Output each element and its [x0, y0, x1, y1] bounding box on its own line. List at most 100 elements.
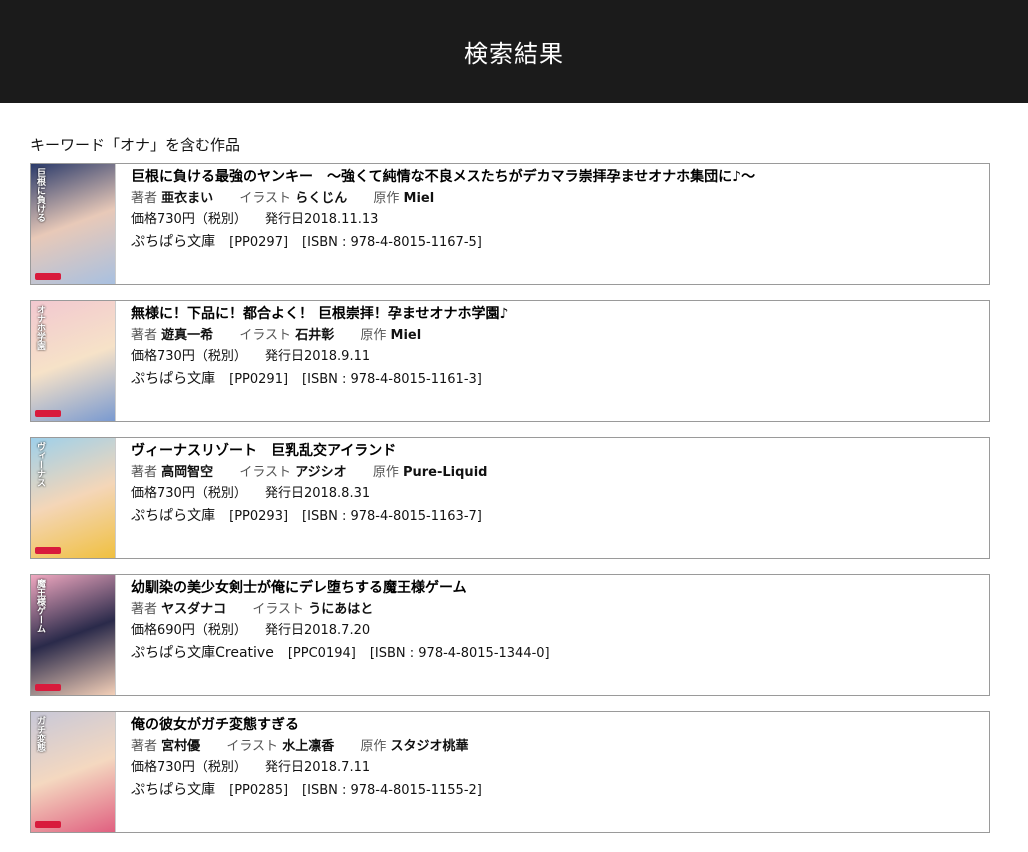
original-name: Miel	[390, 328, 422, 343]
original-name: Pure-Liquid	[402, 465, 488, 480]
original-label: 原作	[372, 465, 399, 480]
credits: 著者 宮村優 イラスト 水上凛香 原作 スタジオ桃華	[131, 736, 491, 757]
price: 価格690円（税別）	[131, 623, 247, 638]
cover-label: オナホ学園	[35, 305, 45, 350]
original-label: 原作	[360, 328, 387, 343]
price: 価格730円（税別）	[131, 760, 247, 775]
illustrator-label: イラスト	[239, 465, 292, 480]
credits: 著者 亜衣まい イラスト らくじん 原作 Miel	[131, 188, 755, 209]
book-title-link[interactable]: 俺の彼女がガチ変態すぎる	[131, 715, 491, 736]
author-name: 高岡智空	[161, 465, 214, 480]
release-date: 発行日2018.8.31	[264, 486, 371, 501]
price-row: 価格730円（税別） 発行日2018.11.13	[131, 209, 755, 230]
book-title-link[interactable]: ヴィーナスリゾート 巨乳乱交アイランド	[131, 441, 509, 462]
author-name: 遊真一希	[161, 328, 214, 343]
book-info: 巨根に負ける最強のヤンキー ～強くて純情な不良メスたちがデカマラ崇拝孕ませオナホ…	[116, 164, 755, 284]
price-row: 価格730円（税別） 発行日2018.8.31	[131, 483, 509, 504]
price: 価格730円（税別）	[131, 212, 247, 227]
keyword-heading: キーワード「オナ」を含む作品	[30, 136, 241, 154]
result-card[interactable]: ヴィーナス ヴィーナスリゾート 巨乳乱交アイランド 著者 高岡智空 イラスト ア…	[30, 437, 990, 559]
isbn: [ISBN : 978-4-8015-1344-0]	[369, 646, 550, 661]
cover-label: 巨根に負ける	[35, 168, 45, 222]
product-code: [PPC0194]	[287, 646, 356, 661]
result-card[interactable]: 巨根に負ける 巨根に負ける最強のヤンキー ～強くて純情な不良メスたちがデカマラ崇…	[30, 163, 990, 285]
product-code: [PP0293]	[229, 509, 289, 524]
publisher-row: ぷちぱら文庫 [PP0291] [ISBN : 978-4-8015-1161-3]	[131, 369, 508, 390]
illustrator-name: らくじん	[295, 191, 348, 206]
credits: 著者 高岡智空 イラスト アジシオ 原作 Pure-Liquid	[131, 462, 509, 483]
book-title-link[interactable]: 無様に！下品に！都合よく！ 巨根崇拝！孕ませオナホ学園♪	[131, 304, 508, 325]
release-date: 発行日2018.7.11	[264, 760, 371, 775]
credits: 著者 遊真一希 イラスト 石井彰 原作 Miel	[131, 325, 508, 346]
result-card[interactable]: 魔王様ゲーム 幼馴染の美少女剣士が俺にデレ堕ちする魔王様ゲーム 著者 ヤスダナコ…	[30, 574, 990, 696]
book-title-link[interactable]: 巨根に負ける最強のヤンキー ～強くて純情な不良メスたちがデカマラ崇拝孕ませオナホ…	[131, 167, 755, 188]
book-cover-image[interactable]: 魔王様ゲーム	[31, 575, 116, 695]
illustrator-name: 水上凛香	[282, 739, 335, 754]
product-code: [PP0291]	[229, 372, 289, 387]
price-row: 価格690円（税別） 発行日2018.7.20	[131, 620, 550, 641]
credits: 著者 ヤスダナコ イラスト うにあはと	[131, 599, 550, 620]
original-name: スタジオ桃華	[390, 739, 469, 754]
publisher-label: ぷちぱら文庫	[131, 508, 216, 524]
publisher-logo-icon	[35, 547, 61, 554]
price-row: 価格730円（税別） 発行日2018.9.11	[131, 346, 508, 367]
release-date: 発行日2018.7.20	[264, 623, 371, 638]
book-info: ヴィーナスリゾート 巨乳乱交アイランド 著者 高岡智空 イラスト アジシオ 原作…	[116, 438, 509, 558]
publisher-logo-icon	[35, 684, 61, 691]
illustrator-label: イラスト	[239, 191, 292, 206]
price: 価格730円（税別）	[131, 486, 247, 501]
release-date: 発行日2018.11.13	[264, 212, 379, 227]
isbn: [ISBN : 978-4-8015-1155-2]	[302, 783, 482, 798]
cover-label: ガチ変態	[35, 716, 45, 752]
product-code: [PP0285]	[229, 783, 289, 798]
publisher-row: ぷちぱら文庫 [PP0293] [ISBN : 978-4-8015-1163-7]	[131, 506, 509, 527]
publisher-logo-icon	[35, 821, 61, 828]
result-card[interactable]: オナホ学園 無様に！下品に！都合よく！ 巨根崇拝！孕ませオナホ学園♪ 著者 遊真…	[30, 300, 990, 422]
publisher-logo-icon	[35, 273, 61, 280]
author-label: 著者	[131, 602, 158, 617]
result-card[interactable]: ガチ変態 俺の彼女がガチ変態すぎる 著者 宮村優 イラスト 水上凛香 原作 スタ…	[30, 711, 990, 833]
isbn: [ISBN : 978-4-8015-1163-7]	[302, 509, 482, 524]
author-label: 著者	[131, 739, 158, 754]
author-label: 著者	[131, 191, 158, 206]
book-cover-image[interactable]: 巨根に負ける	[31, 164, 116, 284]
author-name: 宮村優	[161, 739, 201, 754]
book-info: 幼馴染の美少女剣士が俺にデレ堕ちする魔王様ゲーム 著者 ヤスダナコ イラスト う…	[116, 575, 550, 695]
cover-label: 魔王様ゲーム	[35, 579, 45, 633]
original-label: 原作	[360, 739, 387, 754]
results-list: 巨根に負ける 巨根に負ける最強のヤンキー ～強くて純情な不良メスたちがデカマラ崇…	[30, 163, 990, 833]
price-row: 価格730円（税別） 発行日2018.7.11	[131, 757, 491, 778]
publisher-logo-icon	[35, 410, 61, 417]
author-name: 亜衣まい	[161, 191, 214, 206]
product-code: [PP0297]	[229, 235, 289, 250]
illustrator-label: イラスト	[239, 328, 292, 343]
author-name: ヤスダナコ	[161, 602, 227, 617]
author-label: 著者	[131, 328, 158, 343]
publisher-label: ぷちぱら文庫	[131, 371, 216, 387]
illustrator-name: うにあはと	[308, 602, 374, 617]
book-info: 無様に！下品に！都合よく！ 巨根崇拝！孕ませオナホ学園♪ 著者 遊真一希 イラス…	[116, 301, 508, 421]
publisher-row: ぷちぱら文庫 [PP0297] [ISBN : 978-4-8015-1167-5]	[131, 232, 755, 253]
book-cover-image[interactable]: オナホ学園	[31, 301, 116, 421]
original-label: 原作	[373, 191, 400, 206]
isbn: [ISBN : 978-4-8015-1167-5]	[302, 235, 482, 250]
book-title-link[interactable]: 幼馴染の美少女剣士が俺にデレ堕ちする魔王様ゲーム	[131, 578, 550, 599]
page-title: 検索結果	[464, 40, 564, 68]
publisher-label: ぷちぱら文庫	[131, 234, 216, 250]
book-info: 俺の彼女がガチ変態すぎる 著者 宮村優 イラスト 水上凛香 原作 スタジオ桃華 …	[116, 712, 491, 832]
publisher-row: ぷちぱら文庫Creative [PPC0194] [ISBN : 978-4-801…	[131, 643, 550, 664]
book-cover-image[interactable]: ヴィーナス	[31, 438, 116, 558]
illustrator-name: 石井彰	[295, 328, 335, 343]
original-name: Miel	[403, 191, 435, 206]
illustrator-label: イラスト	[226, 739, 279, 754]
illustrator-label: イラスト	[252, 602, 305, 617]
publisher-label: ぷちぱら文庫	[131, 782, 216, 798]
author-label: 著者	[131, 465, 158, 480]
illustrator-name: アジシオ	[295, 465, 347, 480]
release-date: 発行日2018.9.11	[264, 349, 371, 364]
isbn: [ISBN : 978-4-8015-1161-3]	[302, 372, 482, 387]
publisher-row: ぷちぱら文庫 [PP0285] [ISBN : 978-4-8015-1155-2]	[131, 780, 491, 801]
price: 価格730円（税別）	[131, 349, 247, 364]
page-header: 検索結果	[0, 0, 1028, 103]
book-cover-image[interactable]: ガチ変態	[31, 712, 116, 832]
